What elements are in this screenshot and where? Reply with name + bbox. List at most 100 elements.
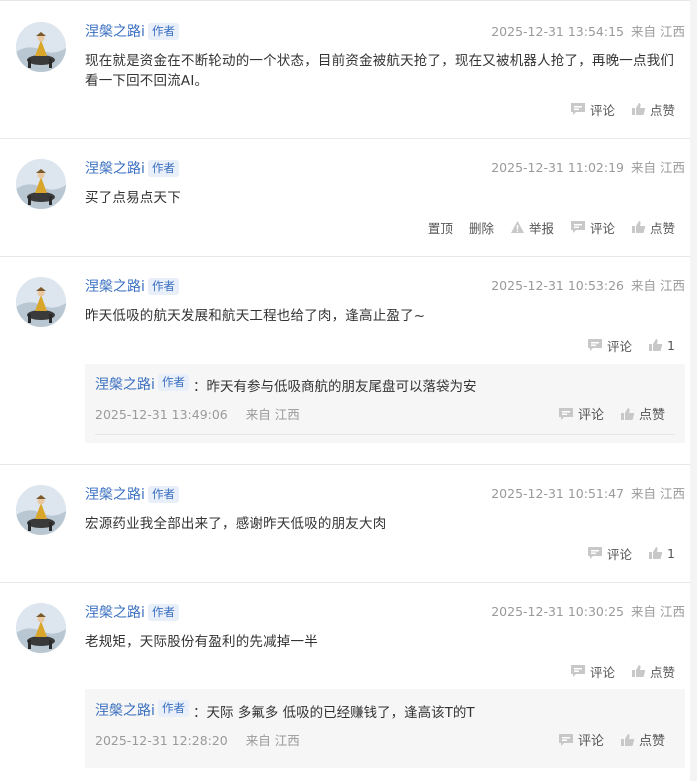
post-time: 2025-12-31 11:02:19 <box>491 160 624 175</box>
reply-meta: 2025-12-31 13:49:06 来自 江西 <box>95 404 300 423</box>
comment-button[interactable]: 评论 <box>570 218 615 237</box>
comment-label: 评论 <box>577 408 604 423</box>
like-icon <box>631 221 646 233</box>
avatar-image <box>16 277 66 327</box>
author-badge: 作者 <box>148 160 179 177</box>
comment-label: 评论 <box>577 734 604 749</box>
reply-location: 江西 <box>274 407 300 422</box>
avatar[interactable] <box>16 603 66 653</box>
reply-action-bar: 评论 点赞 <box>542 730 665 749</box>
avatar[interactable] <box>16 277 66 327</box>
like-button[interactable]: 点赞 <box>631 662 675 681</box>
reply-comment-button[interactable]: 评论 <box>558 730 604 749</box>
pin-label: 置顶 <box>427 220 453 236</box>
comment-item: 涅槃之路i 作者 2025-12-31 10:30:25 来自 江西 老规矩，天… <box>0 583 690 781</box>
comment-button[interactable]: 评论 <box>570 100 615 119</box>
post-location: 江西 <box>659 278 685 293</box>
action-bar: 评论 点赞 <box>554 100 675 118</box>
post-meta: 2025-12-31 11:02:19 来自 江西 <box>491 160 685 176</box>
comment-icon <box>588 339 603 351</box>
username-link[interactable]: 涅槃之路i <box>85 486 145 504</box>
from-prefix: 来自 <box>630 486 656 501</box>
avatar[interactable] <box>16 22 66 72</box>
avatar[interactable] <box>16 485 66 535</box>
comment-icon <box>570 665 585 677</box>
delete-label: 删除 <box>468 220 494 236</box>
avatar-image <box>16 159 66 209</box>
action-bar: 置顶 删除 举报 评论 点赞 <box>412 218 675 236</box>
post-meta: 2025-12-31 10:53:26 来自 江西 <box>491 278 685 294</box>
report-button[interactable]: 举报 <box>510 218 554 237</box>
reply-box: 涅槃之路i 作者 ：天际 多氟多 低吸的已经赚钱了，逢高该T的T 2025-12… <box>85 689 685 768</box>
from-prefix: 来自 <box>630 604 656 619</box>
like-count: 1 <box>667 545 675 561</box>
post-meta: 2025-12-31 10:30:25 来自 江西 <box>491 604 685 620</box>
reply-username-link[interactable]: 涅槃之路i <box>95 700 155 720</box>
like-count: 点赞 <box>649 220 675 236</box>
like-button[interactable]: 1 <box>648 338 675 353</box>
delete-button[interactable]: 删除 <box>469 218 494 237</box>
scrollbar-track[interactable] <box>690 0 697 781</box>
post-meta: 2025-12-31 10:51:47 来自 江西 <box>491 486 685 502</box>
post-location: 江西 <box>659 160 685 175</box>
author-badge: 作者 <box>148 278 179 295</box>
reply-divider <box>95 434 675 435</box>
reply-time: 2025-12-31 13:49:06 <box>95 407 228 422</box>
like-icon <box>631 665 646 677</box>
author-badge: 作者 <box>148 604 179 621</box>
post-location: 江西 <box>659 604 685 619</box>
reply-like-button[interactable]: 点赞 <box>620 404 665 423</box>
post-time: 2025-12-31 13:54:15 <box>491 24 624 39</box>
like-button[interactable]: 1 <box>648 546 675 561</box>
comment-label: 评论 <box>589 664 615 680</box>
avatar[interactable] <box>16 159 66 209</box>
like-button[interactable]: 点赞 <box>631 218 675 237</box>
username-link[interactable]: 涅槃之路i <box>85 160 145 178</box>
reply-content: ：天际 多氟多 低吸的已经赚钱了，逢高该T的T <box>193 705 475 721</box>
report-icon <box>510 221 524 233</box>
reply-location: 江西 <box>274 733 300 748</box>
comment-content: 买了点易点天下 <box>85 190 181 206</box>
comment-content: 老规矩，天际股份有盈利的先减掉一半 <box>85 634 318 650</box>
reply-action-bar: 评论 点赞 <box>542 404 665 423</box>
username-link[interactable]: 涅槃之路i <box>85 278 145 296</box>
from-prefix: 来自 <box>630 160 656 175</box>
reply-comment-button[interactable]: 评论 <box>558 404 604 423</box>
action-bar: 评论 1 <box>571 544 675 562</box>
post-location: 江西 <box>659 486 685 501</box>
username-link[interactable]: 涅槃之路i <box>85 604 145 622</box>
reply-username-link[interactable]: 涅槃之路i <box>95 374 155 394</box>
like-count: 点赞 <box>649 664 675 680</box>
comment-button[interactable]: 评论 <box>570 662 615 681</box>
comment-icon <box>588 547 603 559</box>
comment-icon <box>558 407 573 420</box>
comment-label: 评论 <box>589 102 615 118</box>
reply-like-button[interactable]: 点赞 <box>620 730 665 749</box>
reply-box: 涅槃之路i 作者 ：昨天有参与低吸商航的朋友尾盘可以落袋为安 2025-12-3… <box>85 364 685 443</box>
like-icon <box>649 547 663 559</box>
from-prefix: 来自 <box>630 278 656 293</box>
reply-meta: 2025-12-31 12:28:20 来自 江西 <box>95 730 300 749</box>
comment-content: 宏源药业我全部出来了，感谢昨天低吸的朋友大肉 <box>85 516 387 532</box>
post-time: 2025-12-31 10:30:25 <box>491 604 624 619</box>
avatar-image <box>16 22 66 72</box>
comment-label: 评论 <box>607 546 633 562</box>
comment-item: 涅槃之路i 作者 2025-12-31 10:51:47 来自 江西 宏源药业我… <box>0 465 690 582</box>
comment-item: 涅槃之路i 作者 2025-12-31 10:53:26 来自 江西 昨天低吸的… <box>0 257 690 464</box>
from-prefix: 来自 <box>630 24 656 39</box>
comment-content: 昨天低吸的航天发展和航天工程也给了肉，逢高止盈了~ <box>85 308 426 324</box>
username-link[interactable]: 涅槃之路i <box>85 23 145 41</box>
comment-button[interactable]: 评论 <box>587 336 632 355</box>
author-badge: 作者 <box>158 700 189 717</box>
pin-button[interactable]: 置顶 <box>428 218 453 237</box>
like-button[interactable]: 点赞 <box>631 100 675 119</box>
comment-icon <box>558 733 573 746</box>
comment-label: 评论 <box>589 220 615 236</box>
like-label: 点赞 <box>638 408 665 423</box>
post-location: 江西 <box>659 24 685 39</box>
like-count: 1 <box>667 337 675 353</box>
like-icon <box>620 733 635 746</box>
like-icon <box>649 339 663 351</box>
comment-button[interactable]: 评论 <box>587 544 632 563</box>
action-bar: 评论 1 <box>571 336 675 354</box>
